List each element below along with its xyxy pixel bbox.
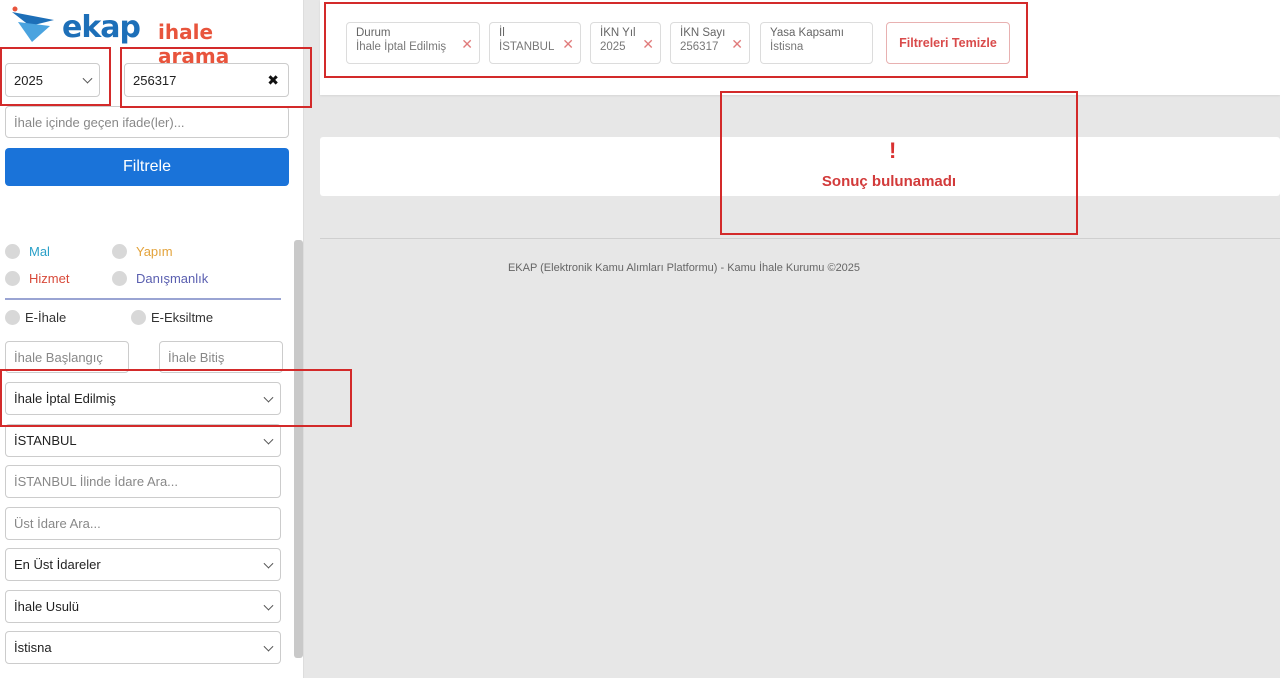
logo-word: ekap	[62, 10, 141, 45]
footer-text: EKAP (Elektronik Kamu Alımları Platformu…	[507, 262, 861, 274]
chevron-down-icon	[263, 558, 274, 569]
admin-search-input[interactable]: İSTANBUL İlinde İdare Ara...	[5, 465, 281, 498]
end-date-placeholder: İhale Bitiş	[168, 349, 225, 365]
start-date-placeholder: İhale Başlangıç	[14, 349, 103, 365]
remove-chip-icon[interactable]: ✕	[562, 36, 574, 53]
procedure-select[interactable]: İhale Usulü	[5, 590, 281, 623]
chip-city[interactable]: İl İSTANBUL ✕	[489, 22, 581, 64]
chip-law-scope[interactable]: Yasa Kapsamı İstisna	[760, 22, 873, 64]
ekap-logo[interactable]: ekap ihale arama	[10, 6, 290, 68]
scope-select[interactable]: İstisna	[5, 631, 281, 664]
status-value: İhale İptal Edilmiş	[14, 391, 116, 406]
status-select[interactable]: İhale İptal Edilmiş	[5, 382, 281, 415]
radio-icon	[131, 310, 146, 325]
chip-status[interactable]: Durum İhale İptal Edilmiş ✕	[346, 22, 480, 64]
type-radio-mal[interactable]: Mal	[5, 244, 50, 259]
ekap-logo-icon	[12, 6, 54, 42]
chip-title: İl	[499, 27, 505, 39]
type-label-danismanlik: Danışmanlık	[136, 271, 209, 286]
chip-ikn-number[interactable]: İKN Sayı 256317 ✕	[670, 22, 750, 64]
method-label-eeksiltme: E-Eksiltme	[151, 310, 214, 325]
no-results-message: Sonuç bulunamadı	[821, 173, 957, 190]
radio-icon	[112, 271, 127, 286]
results-panel: ! Sonuç bulunamadı	[320, 137, 1280, 196]
upper-admin-search-placeholder: Üst İdare Ara...	[14, 516, 101, 531]
chip-value: İstisna	[770, 41, 804, 53]
keyword-search-input[interactable]: İhale içinde geçen ifade(ler)...	[5, 106, 289, 138]
chip-value: İSTANBUL	[499, 41, 555, 53]
sidebar-scrollbar[interactable]	[294, 240, 303, 658]
top-admins-value: En Üst İdareler	[14, 557, 101, 572]
sidebar: ekap ihale arama 2025 256317 ✖ İhale içi…	[0, 0, 304, 678]
keyword-search-placeholder: İhale içinde geçen ifade(ler)...	[14, 114, 185, 130]
method-label-eihale: E-İhale	[25, 310, 67, 325]
scope-value: İstisna	[14, 640, 52, 655]
chevron-down-icon	[263, 392, 274, 403]
chevron-down-icon	[263, 600, 274, 611]
remove-chip-icon[interactable]: ✕	[642, 36, 654, 53]
upper-admin-search-input[interactable]: Üst İdare Ara...	[5, 507, 281, 540]
remove-chip-icon[interactable]: ✕	[731, 36, 743, 53]
chip-value: İhale İptal Edilmiş	[356, 41, 447, 53]
chip-title: Durum	[356, 27, 391, 39]
top-admins-select[interactable]: En Üst İdareler	[5, 548, 281, 581]
active-filters-bar: Durum İhale İptal Edilmiş ✕ İl İSTANBUL …	[320, 0, 1280, 95]
chevron-down-icon	[263, 434, 274, 445]
city-select[interactable]: İSTANBUL	[5, 424, 281, 457]
ikn-number-input[interactable]: 256317 ✖	[124, 63, 289, 97]
chevron-down-icon	[263, 641, 274, 652]
type-radio-danismanlik[interactable]: Danışmanlık	[112, 271, 208, 286]
footer-divider	[320, 238, 1280, 239]
city-value: İSTANBUL	[14, 433, 77, 448]
start-date-input[interactable]: İhale Başlangıç	[5, 341, 129, 373]
clear-x-icon[interactable]: ✖	[267, 72, 279, 89]
warning-icon: !	[889, 138, 897, 163]
type-radio-yapim[interactable]: Yapım	[112, 244, 173, 259]
divider	[5, 298, 281, 300]
logo-subtitle: ihale arama	[158, 20, 230, 68]
end-date-input[interactable]: İhale Bitiş	[159, 341, 283, 373]
chip-ikn-year[interactable]: İKN Yıl 2025 ✕	[590, 22, 661, 64]
procedure-value: İhale Usulü	[14, 599, 80, 614]
ikn-number-value: 256317	[133, 72, 177, 88]
method-radio-eihale[interactable]: E-İhale	[5, 310, 66, 325]
type-label-mal: Mal	[29, 244, 50, 259]
type-radio-hizmet[interactable]: Hizmet	[5, 271, 69, 286]
ikn-year-select[interactable]: 2025	[5, 63, 100, 97]
chevron-down-icon	[82, 73, 93, 84]
radio-icon	[112, 244, 127, 259]
remove-chip-icon[interactable]: ✕	[461, 36, 473, 53]
type-label-hizmet: Hizmet	[29, 271, 70, 286]
filter-button[interactable]: Filtrele	[5, 148, 289, 186]
radio-icon	[5, 244, 20, 259]
chip-title: Yasa Kapsamı	[770, 27, 844, 39]
radio-icon	[5, 271, 20, 286]
admin-search-placeholder: İSTANBUL İlinde İdare Ara...	[14, 474, 179, 489]
type-label-yapim: Yapım	[136, 244, 173, 259]
method-radio-eeksiltme[interactable]: E-Eksiltme	[131, 310, 213, 325]
ikn-year-value: 2025	[14, 72, 43, 88]
footer: EKAP (Elektronik Kamu Alımları Platformu…	[320, 262, 1280, 274]
clear-filters-button[interactable]: Filtreleri Temizle	[886, 22, 1010, 64]
radio-icon	[5, 310, 20, 325]
